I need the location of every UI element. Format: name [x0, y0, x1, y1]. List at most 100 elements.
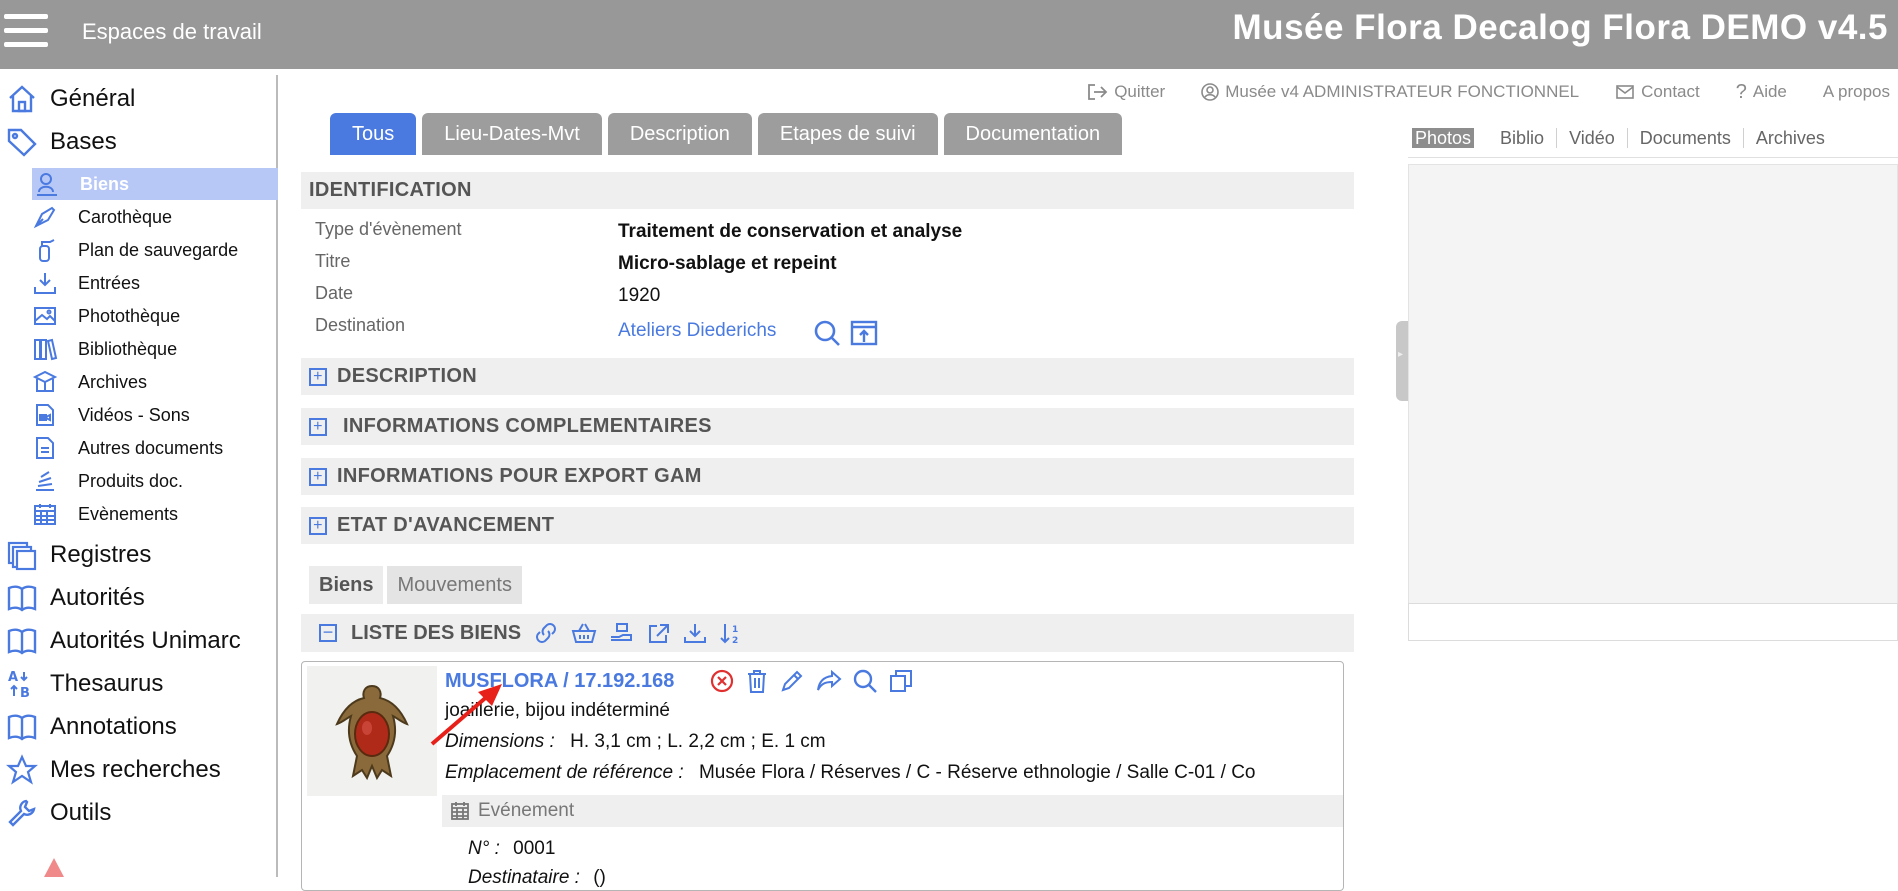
- nav-general[interactable]: Général: [4, 78, 135, 120]
- identification-title: IDENTIFICATION: [309, 179, 472, 201]
- nav-autorites-unimarc[interactable]: Autorités Unimarc: [4, 620, 241, 662]
- tag-icon: [4, 124, 40, 160]
- help-label: Aide: [1752, 82, 1787, 101]
- etat-section[interactable]: + ETAT D'AVANCEMENT: [301, 507, 1354, 544]
- sidebar-item-produits-doc[interactable]: Produits doc.: [30, 465, 276, 497]
- workspaces-link[interactable]: Espaces de travail: [82, 19, 262, 45]
- tab-biblio[interactable]: Biblio: [1488, 127, 1558, 148]
- help-link[interactable]: ? Aide: [1736, 81, 1787, 104]
- hand-bust-icon[interactable]: [609, 622, 635, 644]
- user-link[interactable]: Musée v4 ADMINISTRATEUR FONCTIONNEL: [1201, 82, 1579, 102]
- envelope-icon: [1615, 84, 1635, 100]
- item-thumbnail[interactable]: [307, 666, 437, 796]
- link-icon[interactable]: [533, 622, 559, 644]
- svg-text:B: B: [20, 686, 30, 700]
- contact-label: Contact: [1641, 82, 1700, 101]
- panel-collapse-handle[interactable]: [1396, 321, 1408, 401]
- sidebar-item-label: Vidéos - Sons: [78, 404, 190, 425]
- tab-documentation[interactable]: Documentation: [943, 113, 1123, 155]
- nav-bases-label: Bases: [50, 128, 117, 155]
- quit-label: Quitter: [1114, 82, 1166, 101]
- search-icon[interactable]: [813, 319, 841, 352]
- description-title: DESCRIPTION: [337, 365, 477, 387]
- external-link-icon[interactable]: [647, 622, 671, 644]
- sidebar-item-entrees[interactable]: Entrées: [30, 267, 276, 299]
- nav-registres[interactable]: Registres: [4, 534, 151, 576]
- contact-link[interactable]: Contact: [1615, 82, 1700, 102]
- delete-circle-icon[interactable]: [709, 668, 735, 699]
- tab-mouvements[interactable]: Mouvements: [387, 566, 522, 604]
- tab-archives[interactable]: Archives: [1744, 128, 1837, 148]
- nav-annotations[interactable]: Annotations: [4, 706, 177, 748]
- nav-autorites[interactable]: Autorités: [4, 577, 145, 619]
- infos-comp-section[interactable]: + INFORMATIONS COMPLEMENTAIRES: [301, 408, 1354, 445]
- tab-description[interactable]: Description: [607, 113, 752, 155]
- sidebar-item-videos-sons[interactable]: Vidéos - Sons: [30, 399, 276, 431]
- download-tray-icon: [30, 268, 60, 298]
- nav-autorites-label: Autorités: [50, 584, 145, 611]
- expand-icon[interactable]: +: [309, 417, 327, 436]
- sidebar-item-archives[interactable]: Archives: [30, 366, 276, 398]
- pencil-icon[interactable]: [779, 668, 805, 699]
- open-external-icon[interactable]: [850, 318, 878, 351]
- event-label: Evénement: [478, 800, 575, 821]
- expand-icon[interactable]: +: [309, 467, 327, 486]
- tab-video[interactable]: Vidéo: [1557, 127, 1628, 148]
- sidebar-item-label: Carothèque: [78, 206, 173, 227]
- expand-icon[interactable]: +: [309, 367, 327, 386]
- type-value: Traitement de conservation et analyse: [618, 221, 963, 242]
- tab-etapes-suivi[interactable]: Etapes de suivi: [757, 113, 938, 155]
- nav-mes-recherches-label: Mes recherches: [50, 756, 221, 783]
- basket-icon[interactable]: [571, 622, 597, 644]
- sidebar-item-autres-documents[interactable]: Autres documents: [30, 432, 276, 464]
- open-book-icon: [4, 709, 40, 745]
- sidebar-item-plan-sauvegarde[interactable]: Plan de sauvegarde: [30, 234, 276, 266]
- destination-link[interactable]: Ateliers Diederichs: [618, 320, 776, 342]
- annotation-arrow-icon: [430, 684, 502, 746]
- dimensions-value: H. 3,1 cm ; L. 2,2 cm ; E. 1 cm: [570, 731, 826, 752]
- quit-link[interactable]: Quitter: [1086, 82, 1165, 102]
- about-label: A propos: [1822, 82, 1890, 101]
- stack-icon: [30, 466, 60, 496]
- export-gam-section[interactable]: + INFORMATIONS POUR EXPORT GAM: [301, 458, 1354, 495]
- liste-biens-header: − LISTE DES BIENS 12: [301, 614, 1354, 652]
- sidebar-item-label: Photothèque: [78, 305, 181, 326]
- item-numero: N° : 0001: [468, 838, 555, 860]
- document-icon: [30, 433, 60, 463]
- description-section[interactable]: + DESCRIPTION: [301, 358, 1354, 395]
- sidebar-item-biens[interactable]: Biens: [32, 168, 278, 200]
- nav-registres-label: Registres: [50, 541, 152, 568]
- export-gam-title: INFORMATIONS POUR EXPORT GAM: [337, 465, 702, 487]
- tab-biens[interactable]: Biens: [309, 566, 384, 604]
- titre-value: Micro-sablage et repeint: [618, 253, 837, 274]
- nav-general-label: Général: [50, 85, 136, 112]
- sidebar-item-bibliotheque[interactable]: Bibliothèque: [30, 333, 276, 365]
- tab-documents[interactable]: Documents: [1628, 127, 1744, 148]
- media-footer: [1408, 603, 1898, 641]
- tab-tous[interactable]: Tous: [330, 113, 417, 155]
- trash-icon[interactable]: [745, 668, 769, 699]
- nav-bases[interactable]: Bases: [4, 121, 117, 163]
- nav-outils[interactable]: Outils: [4, 792, 111, 834]
- sidebar-item-phototheque[interactable]: Photothèque: [30, 300, 276, 332]
- sidebar-item-evenements[interactable]: Evènements: [30, 498, 276, 530]
- collapse-icon[interactable]: −: [319, 623, 337, 642]
- wrench-icon: [4, 795, 40, 831]
- download-icon[interactable]: [683, 622, 707, 644]
- extinguisher-icon: [30, 235, 60, 265]
- nav-mes-recherches[interactable]: Mes recherches: [4, 749, 221, 791]
- copy-icon[interactable]: [888, 668, 914, 699]
- about-link[interactable]: A propos: [1823, 82, 1890, 102]
- expand-icon[interactable]: +: [309, 516, 327, 535]
- sort-numeric-icon[interactable]: 12: [719, 622, 745, 644]
- svg-text:2: 2: [732, 636, 738, 644]
- tab-photos[interactable]: Photos: [1412, 127, 1475, 148]
- share-icon[interactable]: [815, 668, 843, 699]
- search-icon[interactable]: [852, 668, 878, 699]
- calendar-icon: [450, 801, 470, 821]
- sort-alpha-icon: AB: [4, 666, 40, 702]
- tab-lieu-dates-mvt[interactable]: Lieu-Dates-Mvt: [422, 113, 602, 155]
- hamburger-menu-icon[interactable]: [4, 14, 48, 48]
- nav-thesaurus[interactable]: AB Thesaurus: [4, 663, 163, 705]
- sidebar-item-carotheque[interactable]: Carothèque: [30, 201, 276, 233]
